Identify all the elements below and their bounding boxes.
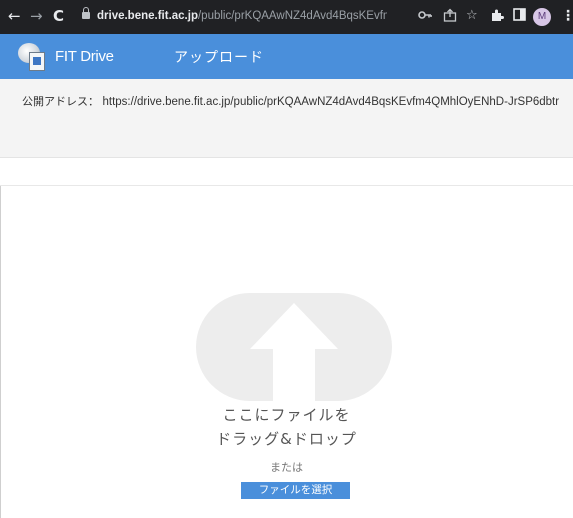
- divider-strip: [0, 158, 573, 186]
- upload-cloud-arrow-icon: [196, 293, 392, 403]
- url-host: drive.bene.fit.ac.jp: [97, 10, 198, 22]
- public-address: 公開アドレス： https://drive.bene.fit.ac.jp/pub…: [22, 93, 559, 109]
- lock-icon[interactable]: [82, 7, 90, 20]
- browser-toolbar: ← → C drive.bene.fit.ac.jp/public/prKQAA…: [0, 0, 573, 34]
- public-address-label: 公開アドレス：: [22, 95, 99, 108]
- public-address-value[interactable]: https://drive.bene.fit.ac.jp/public/prKQ…: [103, 96, 560, 108]
- key-icon[interactable]: [418, 8, 432, 27]
- app-header: FIT Drive アップロード: [0, 34, 573, 79]
- extensions-icon[interactable]: [490, 8, 504, 27]
- profile-avatar-icon[interactable]: M: [533, 8, 551, 26]
- url-path: /public/prKQAAwNZ4dAvd4BqsKEvfm4QMhlOy..…: [197, 10, 387, 22]
- reload-icon[interactable]: C: [53, 7, 64, 25]
- public-address-panel: 公開アドレス： https://drive.bene.fit.ac.jp/pub…: [0, 79, 573, 158]
- share-icon[interactable]: [443, 8, 457, 27]
- forward-arrow-icon[interactable]: →: [30, 7, 43, 25]
- address-bar[interactable]: drive.bene.fit.ac.jp/public/prKQAAwNZ4dA…: [97, 8, 387, 24]
- kebab-menu-icon[interactable]: ⋮: [561, 8, 573, 24]
- page-title: アップロード: [174, 50, 264, 66]
- choose-file-button[interactable]: ファイルを選択: [241, 482, 350, 499]
- drop-instruction-line2: ドラッグ&ドロップ: [216, 430, 357, 448]
- brand-name[interactable]: FIT Drive: [55, 48, 114, 65]
- drop-instruction-line1: ここにファイルを: [222, 406, 351, 424]
- drop-zone[interactable]: ここにファイルを ドラッグ&ドロップ または ファイルを選択: [0, 187, 573, 518]
- sidepanel-icon[interactable]: [513, 8, 526, 26]
- back-arrow-icon[interactable]: ←: [8, 7, 21, 25]
- or-separator: または: [270, 461, 303, 474]
- star-icon[interactable]: ☆: [466, 8, 478, 24]
- fit-drive-logo-icon[interactable]: [18, 43, 46, 71]
